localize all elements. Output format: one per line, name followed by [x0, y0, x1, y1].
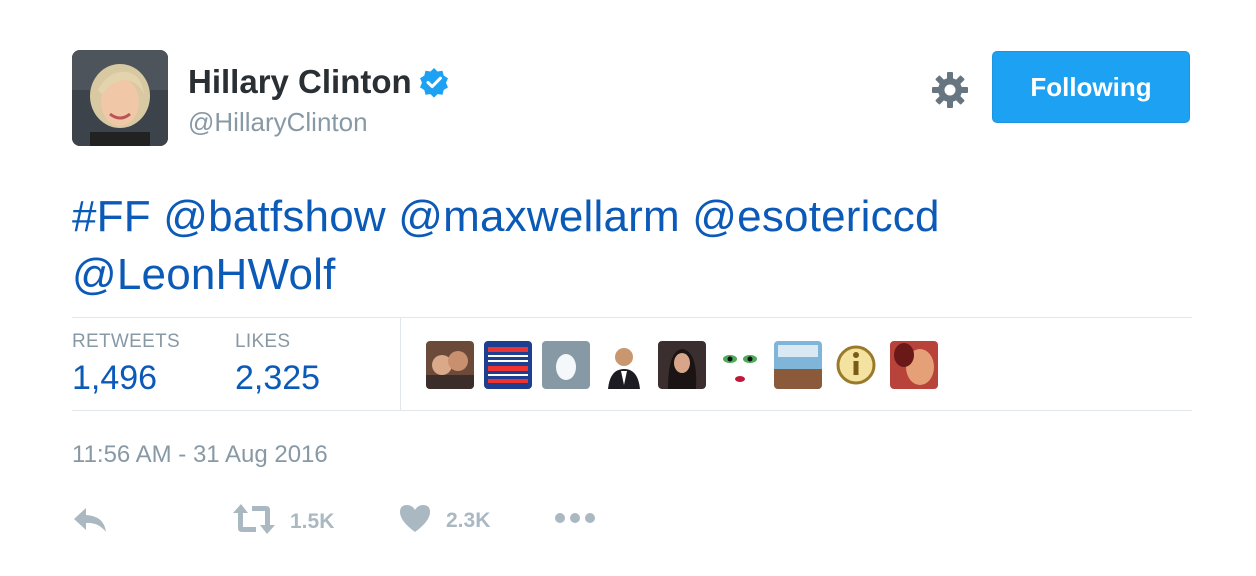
- retweets-label: RETWEETS: [72, 331, 180, 352]
- mention-link[interactable]: @LeonHWolf: [72, 250, 336, 299]
- author-avatar[interactable]: [72, 50, 168, 146]
- mention-link[interactable]: @esotericcd: [692, 192, 939, 241]
- liker-avatar[interactable]: [426, 341, 474, 389]
- retweets-stat[interactable]: RETWEETS 1,496: [72, 330, 180, 400]
- retweet-count: 1.5K: [290, 509, 335, 533]
- author-handle[interactable]: @HillaryClinton: [188, 106, 450, 138]
- tweet-stats: RETWEETS 1,496 LIKES 2,325: [72, 317, 1192, 411]
- liker-avatar[interactable]: [542, 341, 590, 389]
- liker-avatar[interactable]: [658, 341, 706, 389]
- retweet-icon: [232, 502, 276, 541]
- verified-icon: [418, 66, 450, 98]
- likers-avatars: [426, 341, 938, 389]
- mention-link[interactable]: @batfshow: [163, 192, 386, 241]
- stats-divider: [400, 318, 401, 411]
- tweet-timestamp[interactable]: 11:56 AM - 31 Aug 2016: [72, 440, 328, 470]
- liker-avatar[interactable]: [774, 341, 822, 389]
- liker-avatar[interactable]: [890, 341, 938, 389]
- likes-stat[interactable]: LIKES 2,325: [235, 330, 320, 400]
- reply-icon: [72, 504, 110, 541]
- liker-avatar[interactable]: [484, 341, 532, 389]
- likes-value: 2,325: [235, 359, 321, 397]
- author-fullname-row[interactable]: Hillary Clinton: [188, 62, 450, 102]
- liker-avatar[interactable]: [832, 341, 880, 389]
- retweet-button[interactable]: 1.5K: [232, 502, 334, 541]
- author-name[interactable]: Hillary Clinton: [188, 62, 412, 102]
- more-button[interactable]: [554, 510, 596, 531]
- liker-avatar[interactable]: [600, 341, 648, 389]
- like-button[interactable]: 2.3K: [398, 502, 490, 539]
- following-button[interactable]: Following: [992, 51, 1190, 123]
- tweet-text: #FF @batfshow @maxwellarm @esotericcd @L…: [72, 188, 1192, 304]
- reply-button[interactable]: [72, 504, 110, 541]
- more-icon: [554, 510, 596, 531]
- mention-link[interactable]: @maxwellarm: [398, 192, 680, 241]
- hashtag-link[interactable]: #FF: [72, 192, 151, 241]
- author-info: Hillary Clinton @HillaryClinton: [188, 62, 450, 138]
- liker-avatar[interactable]: [716, 341, 764, 389]
- heart-icon: [398, 502, 432, 539]
- retweets-value: 1,496: [72, 359, 158, 397]
- tweet-actions: 1.5K 2.3K: [72, 500, 672, 540]
- likes-label: LIKES: [235, 331, 291, 352]
- like-count: 2.3K: [446, 508, 491, 532]
- gear-icon[interactable]: [930, 70, 970, 110]
